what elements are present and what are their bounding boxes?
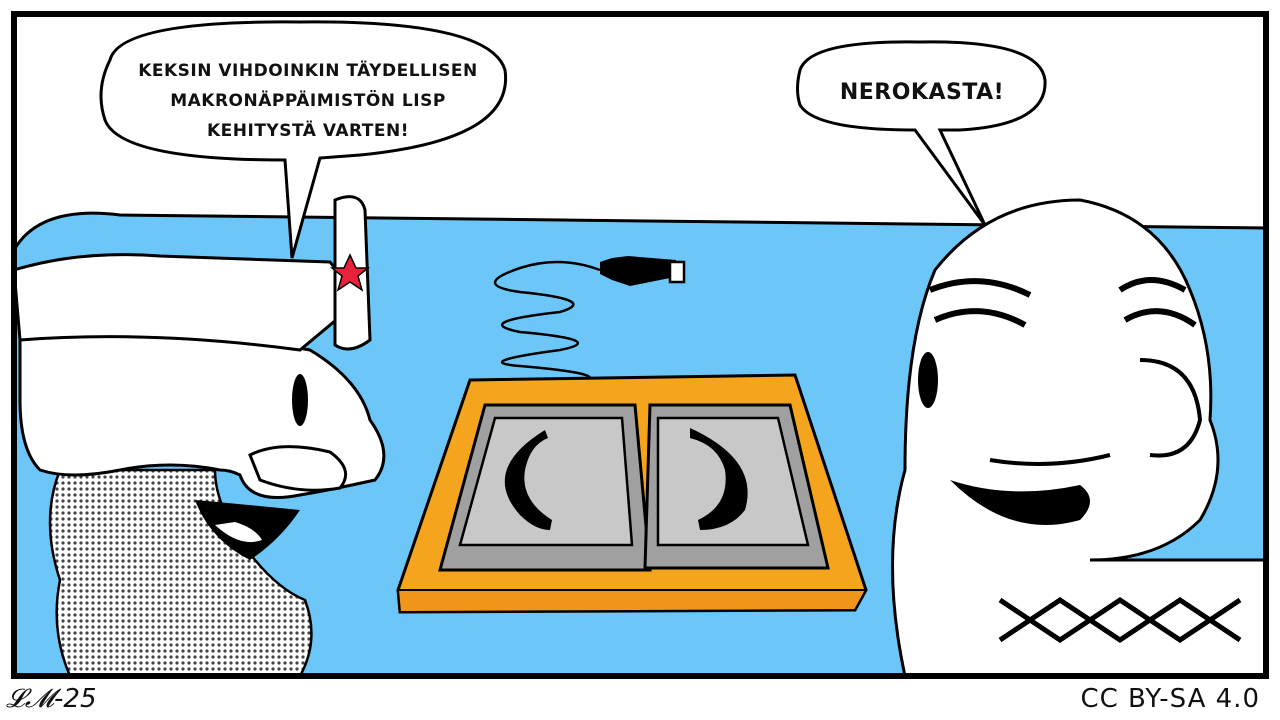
macro-keyboard: [396, 373, 868, 614]
speech-left-text: KEKSIN VIHDOINKIN TÄYDELLISEN MAKRONÄPPÄ…: [118, 56, 498, 146]
speech-left-line-1: KEKSIN VIHDOINKIN TÄYDELLISEN: [138, 61, 478, 81]
speech-right-text: NEROKASTA!: [839, 80, 1005, 105]
license-label: CC BY-SA 4.0: [1080, 684, 1260, 714]
speech-left-line-3: KEHITYSTÄ VARTEN!: [206, 121, 410, 141]
comic-panel: KEKSIN VIHDOINKIN TÄYDELLISEN MAKRONÄPPÄ…: [0, 0, 1280, 720]
artist-signature: 𝓛𝓜-25: [6, 684, 97, 714]
speech-left-line-2: MAKRONÄPPÄIMISTÖN LISP: [170, 91, 446, 111]
